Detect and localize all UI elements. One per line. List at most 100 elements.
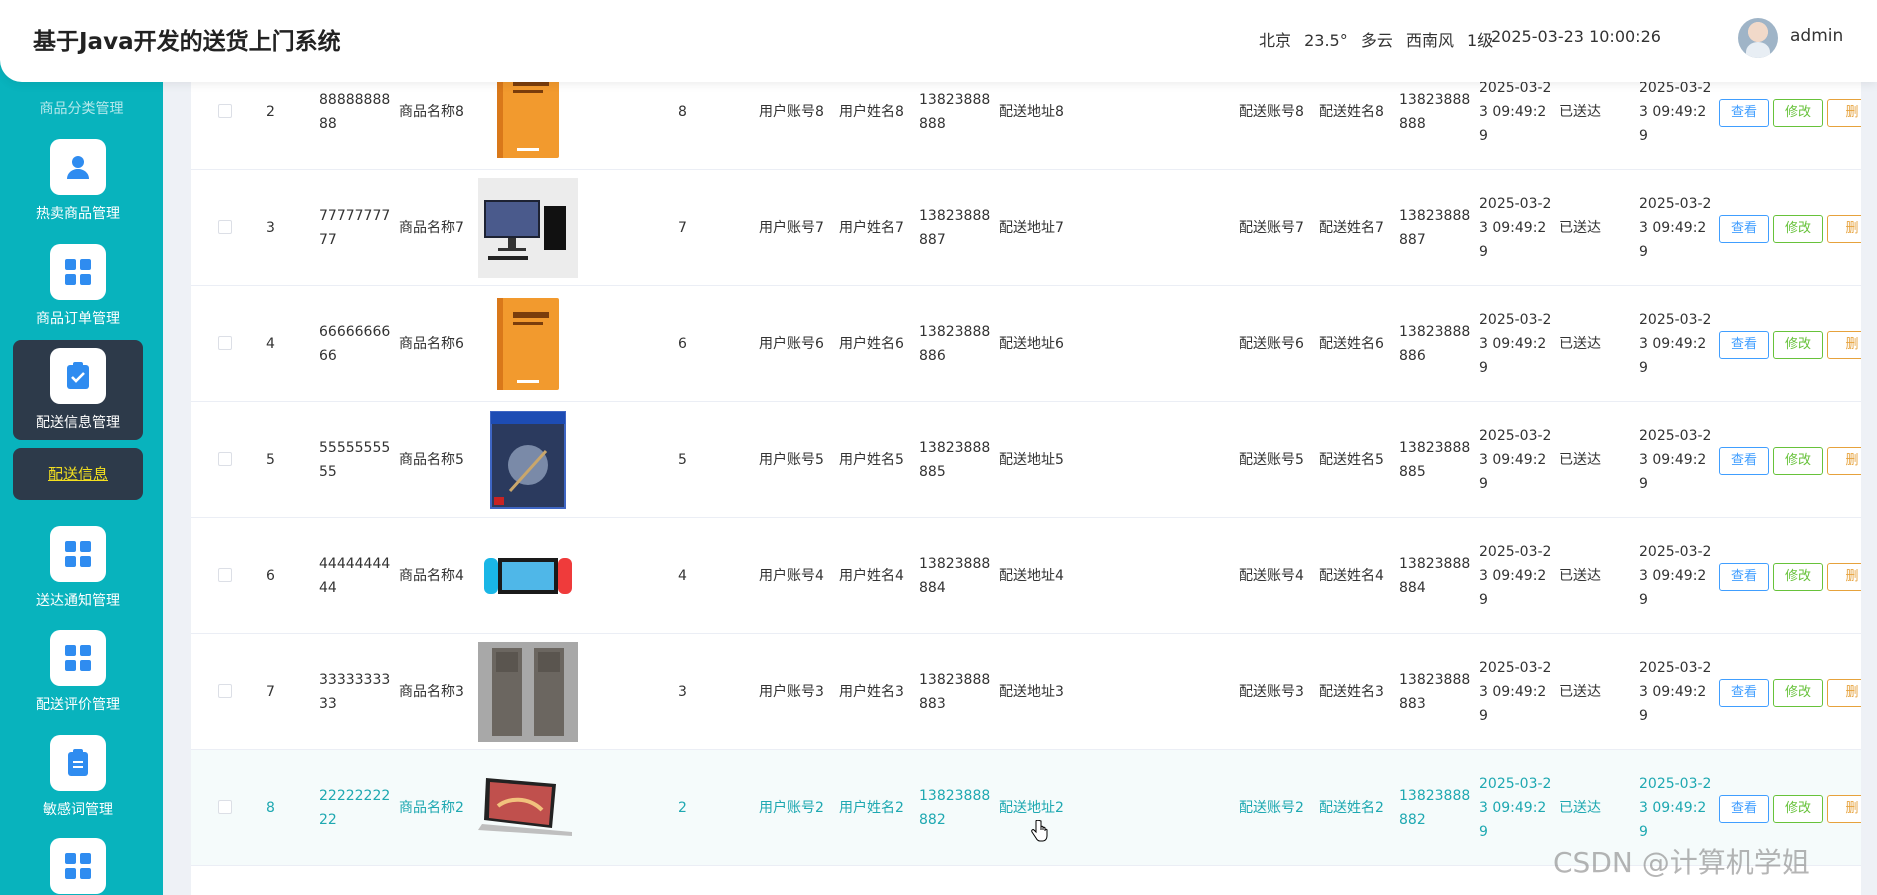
username[interactable]: admin <box>1790 26 1843 46</box>
view-button[interactable]: 查看 <box>1719 795 1769 823</box>
view-button[interactable]: 查看 <box>1719 215 1769 243</box>
row-checkbox[interactable] <box>218 220 232 234</box>
delete-button[interactable]: 删 <box>1827 795 1861 823</box>
row-checkbox[interactable] <box>218 684 232 698</box>
cell-courier-name: 配送姓名8 <box>1319 103 1384 120</box>
cell-courier-account: 配送账号3 <box>1239 683 1304 700</box>
delete-button[interactable]: 删 <box>1827 447 1861 475</box>
cell-phone: 13823888887 <box>919 207 991 248</box>
cell-order-no: 3333333333 <box>319 671 391 712</box>
edit-button[interactable]: 修改 <box>1773 447 1823 475</box>
view-button[interactable]: 查看 <box>1719 447 1769 475</box>
row-checkbox[interactable] <box>218 104 232 118</box>
clipboard-check-icon <box>50 348 106 404</box>
table-row[interactable]: 3 7777777777 商品名称7 7 用户账号7 用户姓名7 13823888887 配送… <box>191 170 1861 286</box>
cell-address: 配送地址7 <box>999 219 1064 236</box>
sidebar-item-cut-label[interactable]: 商品分类管理 <box>0 98 163 118</box>
goods-image[interactable] <box>478 410 578 510</box>
edit-button[interactable]: 修改 <box>1773 215 1823 243</box>
cell-user-account: 用户账号6 <box>759 335 824 352</box>
cell-quantity: 6 <box>678 335 687 352</box>
weather-temp: 23.5° <box>1304 31 1348 50</box>
sidebar-subitem-delivery-info[interactable]: 配送信息 <box>13 448 143 500</box>
row-checkbox[interactable] <box>218 568 232 582</box>
goods-image[interactable] <box>478 294 578 394</box>
cell-courier-name: 配送姓名2 <box>1319 799 1384 816</box>
cell-status: 已送达 <box>1559 451 1601 468</box>
delete-button[interactable]: 删 <box>1827 563 1861 591</box>
delete-button[interactable]: 删 <box>1827 215 1861 243</box>
weather-city: 北京 <box>1259 31 1292 50</box>
sidebar-item-orders[interactable]: 商品订单管理 <box>13 236 143 336</box>
cell-address: 配送地址2 <box>999 799 1064 816</box>
cell-address: 配送地址8 <box>999 103 1064 120</box>
view-button[interactable]: 查看 <box>1719 331 1769 359</box>
cell-goods-name: 商品名称8 <box>399 103 464 120</box>
table-row[interactable]: 4 6666666666 商品名称6 6 用户账号6 用户姓名6 13823888886 配送… <box>191 286 1861 402</box>
sidebar-item-notice[interactable]: 送达通知管理 <box>13 518 143 618</box>
view-button[interactable]: 查看 <box>1719 563 1769 591</box>
sidebar-item-sensitive-words[interactable]: 敏感词管理 <box>13 727 143 827</box>
table-row[interactable]: 5 5555555555 商品名称5 5 用户账号5 用户姓名5 13823888885 配送… <box>191 402 1861 518</box>
weather-sky: 多云 <box>1360 31 1393 50</box>
cell-phone: 13823888888 <box>919 91 991 132</box>
cell-order-no: 2222222222 <box>319 787 391 828</box>
goods-image[interactable] <box>478 178 578 278</box>
cell-user-account: 用户账号4 <box>759 567 824 584</box>
cell-status: 已送达 <box>1559 103 1601 120</box>
row-checkbox[interactable] <box>218 452 232 466</box>
sidebar-item-label: 敏感词管理 <box>43 802 113 818</box>
goods-image[interactable] <box>478 642 578 742</box>
goods-image[interactable] <box>478 526 578 626</box>
edit-button[interactable]: 修改 <box>1773 679 1823 707</box>
user-icon <box>50 139 106 195</box>
sidebar-item-more[interactable] <box>13 830 143 895</box>
delete-button[interactable]: 删 <box>1827 679 1861 707</box>
edit-button[interactable]: 修改 <box>1773 99 1823 127</box>
weather-widget: 北京 23.5° 多云 西南风 1级 <box>1259 27 1501 51</box>
table-row[interactable]: 7 3333333333 商品名称3 3 用户账号3 用户姓名3 13823888883 配送… <box>191 634 1861 750</box>
cell-status: 已送达 <box>1559 683 1601 700</box>
cell-user-name: 用户姓名7 <box>839 219 904 236</box>
view-button[interactable]: 查看 <box>1719 679 1769 707</box>
edit-button[interactable]: 修改 <box>1773 795 1823 823</box>
cell-phone: 13823888884 <box>919 555 991 596</box>
cell-user-account: 用户账号5 <box>759 451 824 468</box>
cell-courier-account: 配送账号8 <box>1239 103 1304 120</box>
cell-delivery-time: 2025-03-23 09:49:29 <box>1479 543 1552 608</box>
delete-button[interactable]: 删 <box>1827 99 1861 127</box>
sidebar-item-reviews[interactable]: 配送评价管理 <box>13 622 143 722</box>
view-button[interactable]: 查看 <box>1719 99 1769 127</box>
cell-user-account: 用户账号3 <box>759 683 824 700</box>
cell-phone: 13823888883 <box>919 671 991 712</box>
top-header: 基于Java开发的送货上门系统 北京 23.5° 多云 西南风 1级 2025-… <box>0 0 1877 82</box>
cell-status: 已送达 <box>1559 335 1601 352</box>
cell-courier-account: 配送账号7 <box>1239 219 1304 236</box>
cell-updated-time: 2025-03-23 09:49:29 <box>1639 195 1712 260</box>
cell-goods-name: 商品名称4 <box>399 567 464 584</box>
cell-delivery-time: 2025-03-23 09:49:29 <box>1479 195 1552 260</box>
sidebar-item-hot-goods[interactable]: 热卖商品管理 <box>13 131 143 231</box>
cell-courier-account: 配送账号4 <box>1239 567 1304 584</box>
row-checkbox[interactable] <box>218 336 232 350</box>
sidebar-item-label: 热卖商品管理 <box>36 206 120 222</box>
cell-courier-phone: 13823888885 <box>1399 439 1471 480</box>
avatar[interactable] <box>1738 18 1778 58</box>
cell-quantity: 7 <box>678 219 687 236</box>
goods-image[interactable] <box>478 758 578 858</box>
sidebar-item-label: 配送评价管理 <box>36 697 120 713</box>
row-checkbox[interactable] <box>218 800 232 814</box>
sidebar-item-delivery[interactable]: 配送信息管理 <box>13 340 143 440</box>
edit-button[interactable]: 修改 <box>1773 563 1823 591</box>
weather-wind: 西南风 <box>1405 31 1454 50</box>
cell-index: 4 <box>266 335 275 352</box>
cell-goods-name: 商品名称5 <box>399 451 464 468</box>
grid-icon <box>50 244 106 300</box>
delete-button[interactable]: 删 <box>1827 331 1861 359</box>
cell-quantity: 8 <box>678 103 687 120</box>
cell-courier-phone: 13823888888 <box>1399 91 1471 132</box>
table-row[interactable]: 6 4444444444 商品名称4 4 用户账号4 用户姓名4 13823888884 配送… <box>191 518 1861 634</box>
cell-delivery-time: 2025-03-23 09:49:29 <box>1479 659 1552 724</box>
cell-index: 8 <box>266 799 275 816</box>
edit-button[interactable]: 修改 <box>1773 331 1823 359</box>
